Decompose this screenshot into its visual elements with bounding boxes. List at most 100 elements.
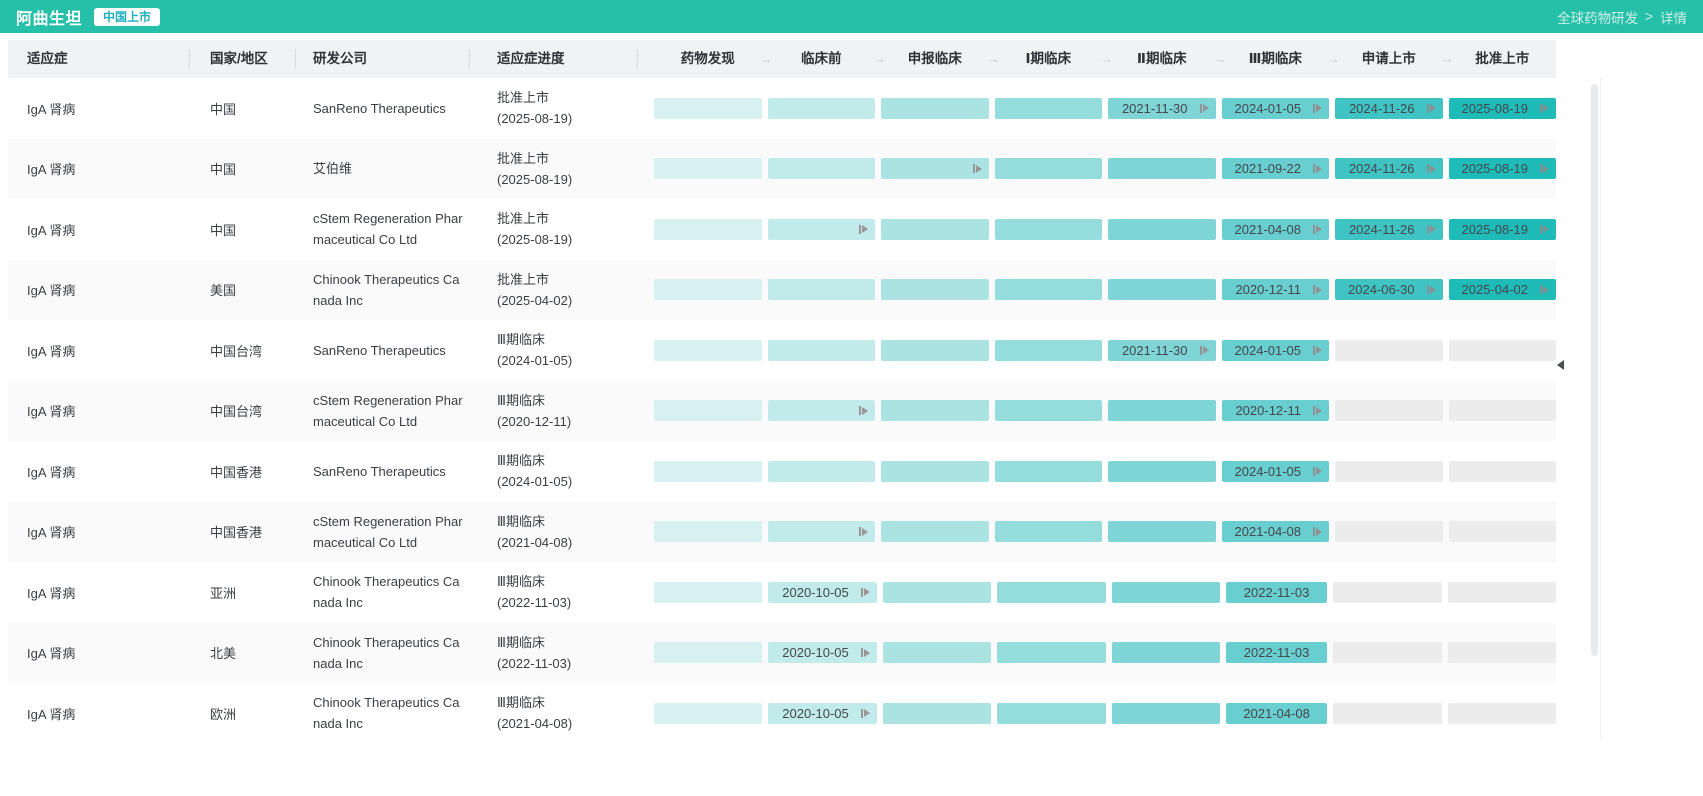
step-forward-icon[interactable] [1313,406,1322,415]
stage-bars: 2021-11-30 2024-01-052024-11-26 2025-08-19 [638,78,1556,139]
step-forward-icon[interactable] [1313,285,1322,294]
stage-bar-Ⅲ期临床[interactable]: 2024-01-05 [1222,98,1330,119]
step-forward-icon[interactable] [861,709,870,718]
step-forward-icon-bar [859,406,861,415]
progress-cell: Ⅲ期临床(2020-12-11) [470,390,638,432]
progress-date-label: (2022-11-03) [497,653,638,674]
stage-bar-Ⅲ期临床[interactable]: 2022-11-03 [1226,642,1327,663]
stage-bar-批准上市[interactable]: 2025-08-19 [1449,219,1557,240]
step-forward-icon[interactable] [1313,346,1322,355]
step-forward-icon-bar [973,164,975,173]
stage-bar-批准上市 [1449,521,1557,542]
step-forward-icon[interactable] [1313,104,1322,113]
step-forward-icon[interactable] [1313,164,1322,173]
step-forward-icon[interactable] [1427,285,1436,294]
stage-bar-Ⅱ期临床 [1112,582,1220,603]
stage-bar-Ⅲ期临床[interactable]: 2024-01-05 [1222,461,1330,482]
step-forward-icon[interactable] [973,164,982,173]
stage-bar-申请上市[interactable]: 2024-11-26 [1335,219,1443,240]
stage-bar-申请上市[interactable]: 2024-11-26 [1335,98,1443,119]
stage-bar-药物发现 [654,703,762,724]
stage-bar-Ⅲ期临床[interactable]: 2024-01-05 [1222,340,1330,361]
step-forward-icon[interactable] [861,648,870,657]
stage-bar-申报临床[interactable] [881,158,989,179]
step-forward-icon[interactable] [1540,225,1549,234]
step-forward-icon[interactable] [1427,164,1436,173]
progress-stage-label: Ⅲ期临床 [497,390,638,411]
stage-bar-批准上市[interactable]: 2025-08-19 [1449,98,1557,119]
step-forward-icon-bar [1427,285,1429,294]
stage-bar-申请上市[interactable]: 2024-11-26 [1335,158,1443,179]
stage-bar-临床前[interactable] [768,400,876,421]
step-forward-icon[interactable] [861,588,870,597]
app-root: 阿曲生坦 中国上市 全球药物研发 > 详情 适应症 国家/地区 研发公司 适应症… [0,0,1703,796]
step-forward-icon-triangle [1430,165,1436,173]
breadcrumb-current: 详情 [1660,7,1687,27]
stage-bar-临床前[interactable]: 2020-10-05 [768,582,876,603]
breadcrumb-parent-link[interactable]: 全球药物研发 [1557,7,1638,27]
stage-header-8: 批准上市 [1449,40,1557,78]
region-cell: 中国香港 [190,522,296,541]
stage-bar-申报临床 [883,703,991,724]
step-forward-icon-triangle [976,165,982,173]
step-forward-icon[interactable] [1427,225,1436,234]
step-forward-icon[interactable] [1313,527,1322,536]
stage-bar-药物发现 [654,219,762,240]
stage-bar-临床前 [768,158,876,179]
region-cell: 中国台湾 [190,401,296,420]
step-forward-icon[interactable] [1313,467,1322,476]
stage-bar-申报临床 [881,219,989,240]
stage-bar-Ⅱ期临床[interactable]: 2021-11-30 [1108,340,1216,361]
step-forward-icon-bar [1427,164,1429,173]
step-forward-icon[interactable] [1200,346,1209,355]
milestone-date: 2021-04-08 [1235,222,1302,237]
milestone-date: 2025-04-02 [1462,282,1529,297]
step-forward-icon[interactable] [1540,285,1549,294]
stage-bar-Ⅲ期临床[interactable]: 2022-11-03 [1226,582,1327,603]
stage-bar-临床前 [768,461,876,482]
stage-bar-临床前[interactable]: 2020-10-05 [768,642,876,663]
collapse-panel-arrow[interactable] [1557,360,1564,370]
progress-stage-label: Ⅲ期临床 [497,692,638,713]
stage-bar-药物发现 [654,582,762,603]
step-forward-icon[interactable] [1200,104,1209,113]
stage-bar-Ⅰ期临床 [997,703,1105,724]
stage-bar-申请上市[interactable]: 2024-06-30 [1335,279,1443,300]
stage-bar-Ⅱ期临床 [1112,642,1220,663]
step-forward-icon[interactable] [1427,104,1436,113]
stage-bar-Ⅲ期临床[interactable]: 2020-12-11 [1222,400,1330,421]
stage-bar-批准上市[interactable]: 2025-08-19 [1449,158,1557,179]
step-forward-icon-bar [1313,104,1315,113]
step-forward-icon[interactable] [859,406,868,415]
step-forward-icon-bar [1313,225,1315,234]
step-forward-icon[interactable] [859,225,868,234]
stage-bar-批准上市[interactable]: 2025-04-02 [1449,279,1557,300]
stage-bar-Ⅰ期临床 [995,400,1103,421]
stage-bar-申报临床 [881,461,989,482]
vertical-scrollbar[interactable] [1591,84,1598,656]
stage-bar-临床前[interactable] [768,521,876,542]
step-forward-icon-bar [1200,104,1202,113]
indication-cell: IgA 肾病 [8,220,190,239]
stage-bar-Ⅲ期临床[interactable]: 2021-04-08 [1222,521,1330,542]
stage-header-2: 临床前→ [768,40,876,78]
step-forward-icon-bar [1540,164,1542,173]
step-forward-icon-triangle [1316,467,1322,475]
stage-bar-Ⅲ期临床[interactable]: 2021-09-22 [1222,158,1330,179]
stage-bar-Ⅲ期临床[interactable]: 2020-12-11 [1222,279,1330,300]
stage-header-4: Ⅰ期临床→ [995,40,1103,78]
step-forward-icon[interactable] [1540,164,1549,173]
step-forward-icon[interactable] [1313,225,1322,234]
stage-bar-Ⅱ期临床[interactable]: 2021-11-30 [1108,98,1216,119]
stage-bar-临床前[interactable]: 2020-10-05 [768,703,876,724]
stage-bar-Ⅲ期临床[interactable]: 2021-04-08 [1222,219,1330,240]
step-forward-icon[interactable] [1540,104,1549,113]
stage-bar-Ⅲ期临床[interactable]: 2021-04-08 [1226,703,1327,724]
stage-bar-申请上市 [1335,400,1443,421]
step-forward-icon-triangle [1430,104,1436,112]
step-forward-icon[interactable] [859,527,868,536]
stage-bar-临床前[interactable] [768,219,876,240]
region-cell: 欧洲 [190,704,296,723]
table-row: IgA 肾病亚洲Chinook Therapeutics Canada IncⅢ… [8,562,1556,623]
company-cell: SanReno Therapeutics [296,461,470,482]
